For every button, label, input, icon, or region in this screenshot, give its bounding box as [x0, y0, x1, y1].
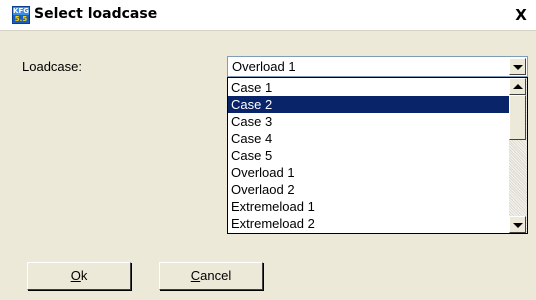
loadcase-selected-value: Overload 1: [232, 59, 296, 74]
dropdown-list-item[interactable]: Case 5: [228, 147, 509, 164]
cancel-mnemonic: C: [190, 268, 201, 283]
app-icon-text-top: KFG: [13, 7, 29, 15]
close-button[interactable]: X: [512, 6, 530, 24]
dropdown-list-item[interactable]: Overlaod 2: [228, 181, 509, 198]
dropdown-list-item[interactable]: Overload 1: [228, 164, 509, 181]
select-loadcase-dialog: KFG 5.5 Select loadcase X Loadcase: Over…: [0, 0, 536, 300]
dropdown-list-item[interactable]: Case 2: [228, 96, 509, 113]
dropdown-list-item[interactable]: Case 3: [228, 113, 509, 130]
ok-label-rest: k: [80, 268, 88, 283]
app-icon-text-bottom: 5.5: [13, 15, 29, 23]
loadcase-dropdown-list[interactable]: Case 1 Case 2 Case 3 Case 4 Case 5 Overload 1…: [227, 77, 528, 234]
dropdown-list-item[interactable]: Extremeload 2: [228, 215, 509, 232]
ok-mnemonic: O: [70, 268, 81, 283]
dropdown-list-item[interactable]: Case 1: [228, 79, 509, 96]
loadcase-combobox[interactable]: Overload 1: [227, 56, 528, 77]
scroll-up-icon[interactable]: [509, 78, 526, 95]
dropdown-list-item[interactable]: Case 4: [228, 130, 509, 147]
dropdown-arrow-icon[interactable]: [509, 58, 526, 75]
app-icon: KFG 5.5: [12, 6, 30, 24]
dropdown-list-item[interactable]: Extremeload 1: [228, 198, 509, 215]
cancel-button[interactable]: Cancel: [159, 262, 263, 290]
scroll-thumb[interactable]: [509, 95, 526, 140]
window-title: Select loadcase: [34, 6, 158, 22]
title-bar: KFG 5.5 Select loadcase X: [0, 0, 536, 31]
cancel-label-rest: ancel: [200, 268, 232, 283]
loadcase-label: Loadcase:: [22, 59, 82, 74]
dropdown-scrollbar[interactable]: [509, 78, 527, 233]
ok-button[interactable]: Ok: [27, 262, 131, 290]
scroll-down-icon[interactable]: [509, 216, 526, 233]
dropdown-items: Case 1 Case 2 Case 3 Case 4 Case 5 Overload 1…: [228, 79, 509, 232]
